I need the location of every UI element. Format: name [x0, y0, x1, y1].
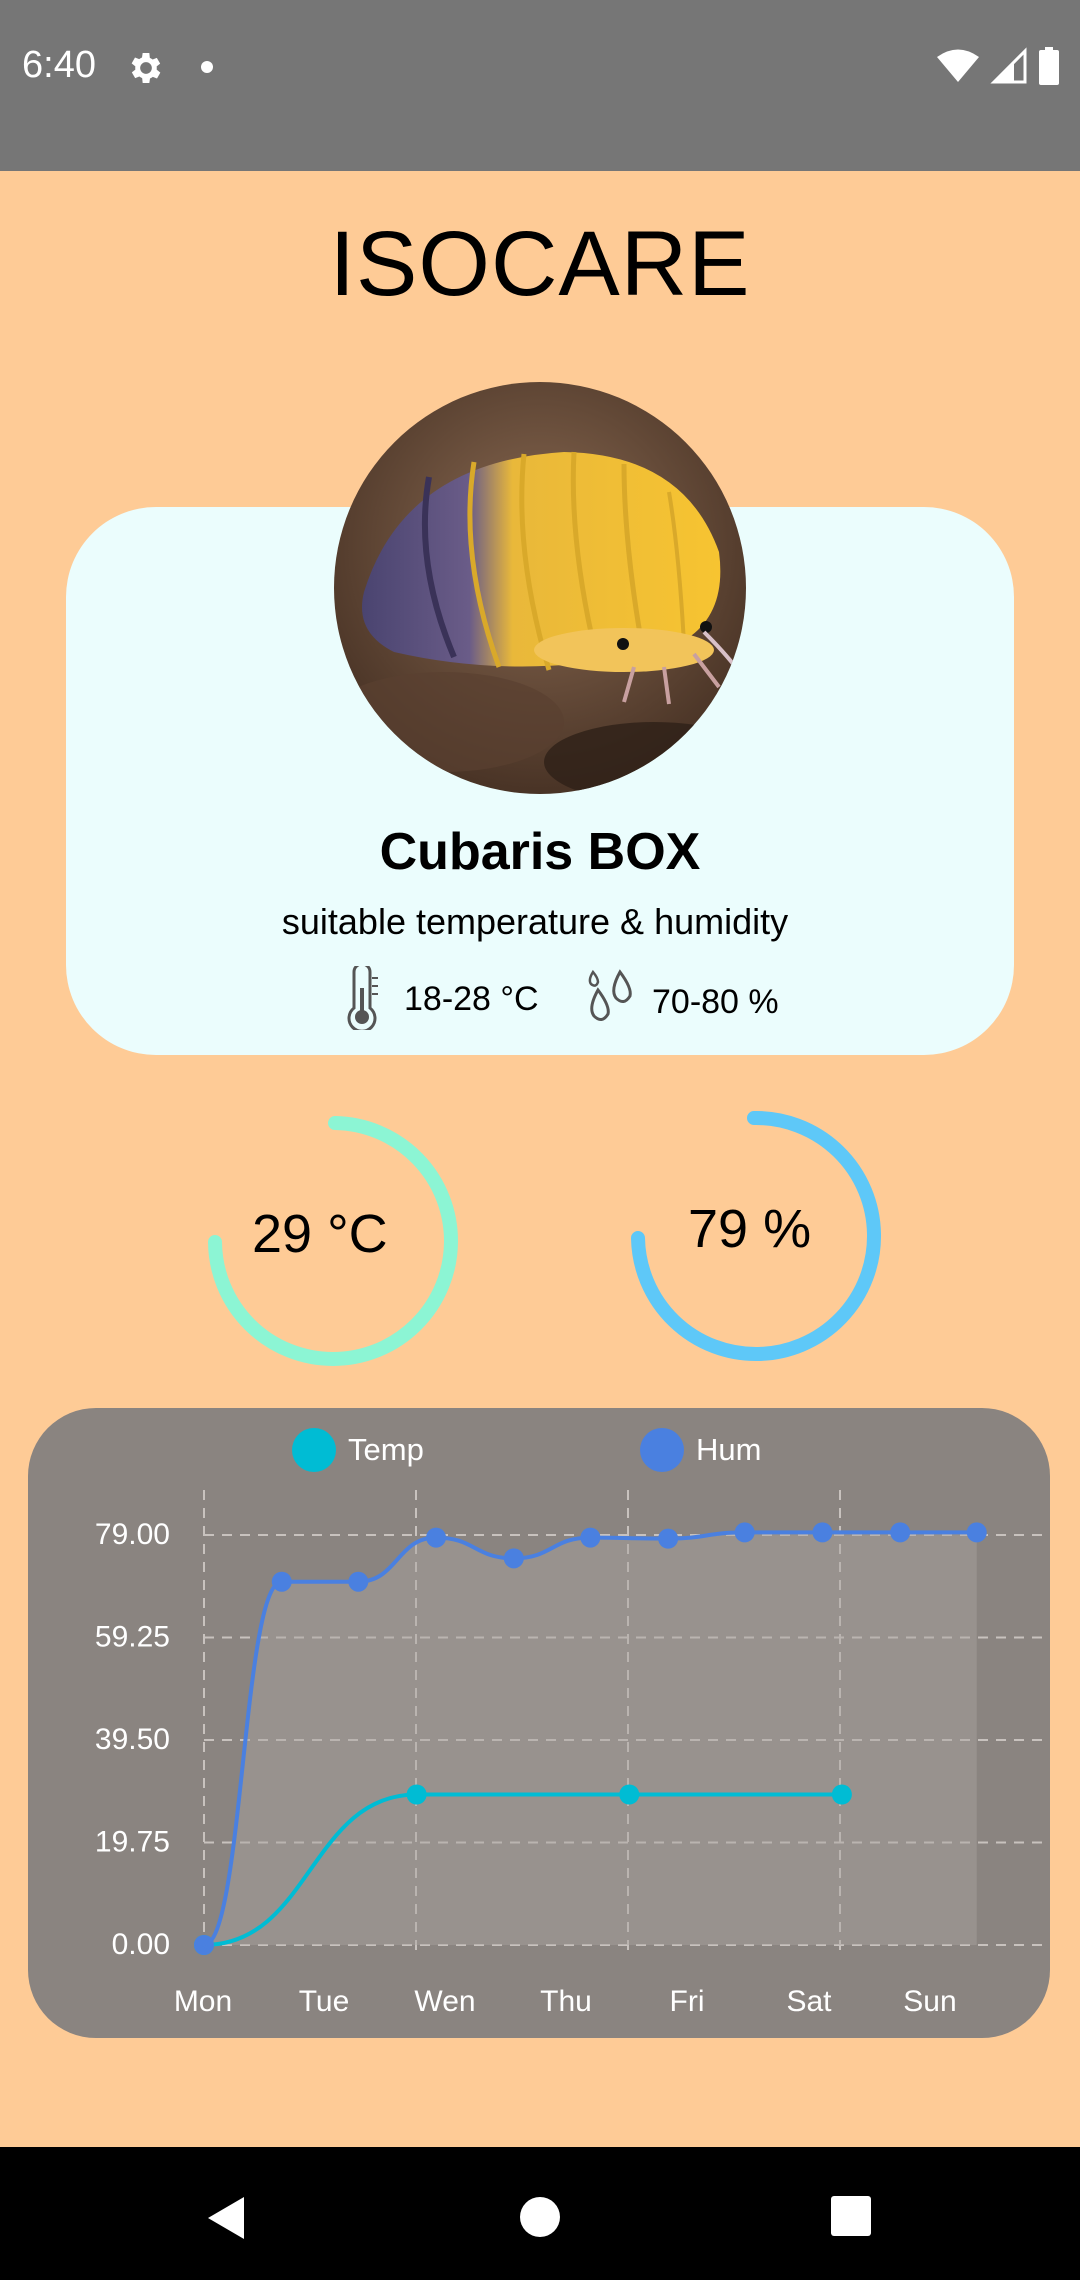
legend-hum-label: Hum [696, 1432, 762, 1467]
species-name: Cubaris BOX [379, 823, 701, 881]
status-time: 6:40 [22, 44, 96, 86]
legend-temp-label: Temp [348, 1432, 424, 1467]
legend-temp-dot [292, 1428, 336, 1472]
back-icon[interactable] [204, 2195, 248, 2241]
isopod-photo [334, 382, 746, 794]
status-icons [936, 46, 1060, 86]
settings-gear-icon [131, 53, 161, 83]
app-title: ISOCARE [329, 213, 751, 315]
status-bar: 6:40 [0, 0, 1080, 171]
battery-icon [1039, 47, 1059, 85]
home-icon[interactable] [518, 2195, 562, 2239]
notification-dot-icon [201, 61, 213, 73]
system-navigation-bar [0, 2147, 1080, 2280]
isopod-image [334, 382, 746, 794]
history-chart-panel [28, 1408, 1050, 2038]
legend-item-temp[interactable]: Temp [292, 1428, 424, 1472]
cell-signal-icon [990, 47, 1027, 84]
thermometer-icon [347, 966, 378, 1030]
suitable-ranges: 18-28 °C 70-80 % [0, 966, 1080, 1030]
recents-icon[interactable] [830, 2195, 872, 2237]
wifi-icon [937, 49, 979, 82]
temperature-range: 18-28 °C [404, 980, 539, 1018]
humidity-value: 79 % [688, 1199, 812, 1259]
legend-item-hum[interactable]: Hum [640, 1428, 761, 1472]
water-drops-icon [588, 969, 632, 1021]
suitable-conditions-label: suitable temperature & humidity [281, 901, 789, 942]
legend-hum-dot [640, 1428, 684, 1472]
temperature-value: 29 °C [252, 1204, 388, 1264]
humidity-range: 70-80 % [652, 983, 779, 1021]
